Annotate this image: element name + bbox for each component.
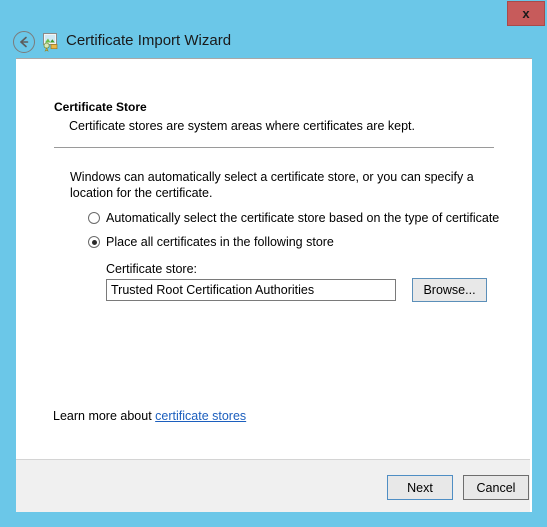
intro-text: Windows can automatically select a certi… xyxy=(70,170,474,200)
radio-auto-select-store-label: Automatically select the certificate sto… xyxy=(106,211,500,225)
radio-place-in-store-label: Place all certificates in the following … xyxy=(106,235,334,249)
page-title: Certificate Store xyxy=(54,100,147,114)
certificate-store-input[interactable] xyxy=(106,279,396,301)
cancel-button[interactable]: Cancel xyxy=(463,475,529,500)
radio-auto-select-store[interactable]: Automatically select the certificate sto… xyxy=(88,211,499,225)
close-icon[interactable]: x xyxy=(507,1,545,26)
certificate-store-label: Certificate store: xyxy=(106,262,198,276)
learn-more-prefix: Learn more about xyxy=(53,409,156,423)
radio-button-selected-icon xyxy=(88,236,100,248)
certificate-stores-link[interactable]: certificate stores xyxy=(155,409,246,423)
title-bar: x Certificate Import Wizard xyxy=(0,0,547,58)
wizard-footer: Next Cancel xyxy=(16,459,530,512)
header-divider xyxy=(54,147,494,148)
radio-place-in-store[interactable]: Place all certificates in the following … xyxy=(88,235,334,249)
learn-more-text: Learn more about certificate stores xyxy=(53,409,246,423)
radio-button-icon xyxy=(88,212,100,224)
wizard-client-area: Certificate Store Certificate stores are… xyxy=(16,58,532,512)
wizard-content: Certificate Store Certificate stores are… xyxy=(16,59,530,459)
certificate-wizard-icon xyxy=(40,32,60,52)
certificate-import-wizard-window: x Certificate Import Wizard Certificate … xyxy=(0,0,547,527)
page-subtitle: Certificate stores are system areas wher… xyxy=(69,119,415,133)
back-arrow-icon[interactable] xyxy=(13,31,35,53)
next-button[interactable]: Next xyxy=(387,475,453,500)
browse-button[interactable]: Browse... xyxy=(412,278,487,302)
window-title: Certificate Import Wizard xyxy=(66,32,232,49)
